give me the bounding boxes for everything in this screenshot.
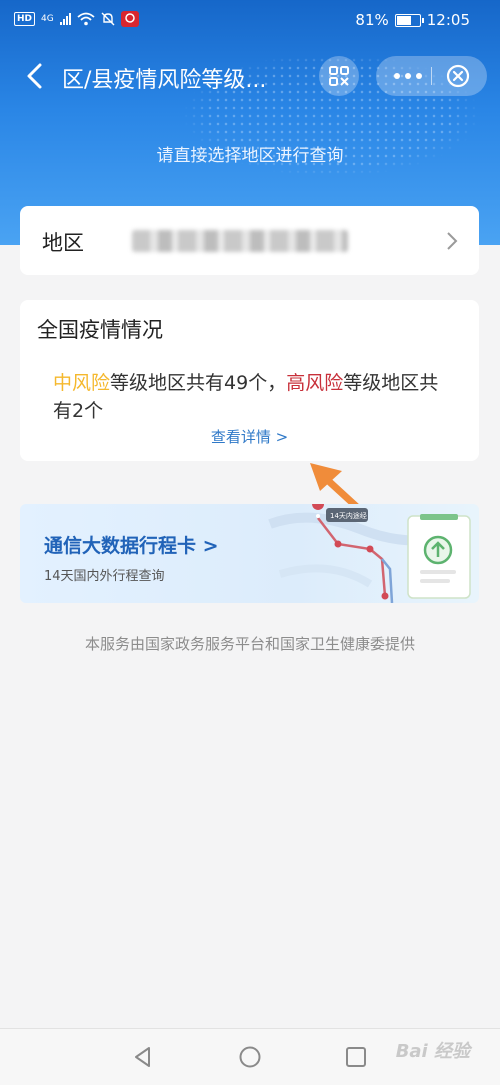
nav-back-icon[interactable]: [131, 1045, 155, 1069]
page-title: 区/县疫情风险等级...: [62, 68, 267, 93]
region-selector[interactable]: 地区: [20, 206, 479, 275]
hero-subtitle: 请直接选择地区进行查询: [156, 146, 344, 166]
hd-icon: HD: [14, 12, 36, 26]
region-label: 地区: [42, 231, 84, 255]
clock: 12:05: [426, 11, 470, 29]
route-map-illustration: 14天内途经: [268, 504, 471, 603]
chevron-right-icon: [447, 232, 458, 250]
national-title: 全国疫情情况: [37, 318, 163, 342]
capsule-divider: [431, 67, 432, 85]
itinerary-card-banner[interactable]: 14天内途经 通信大数据行程卡 > 14天国内外行程查询: [20, 504, 479, 603]
scan-button[interactable]: [319, 56, 359, 96]
mute-bell-icon: [101, 12, 115, 26]
miniprogram-capsule: [376, 56, 487, 96]
region-value-blurred: [132, 230, 348, 252]
app-notification-icon: [120, 11, 139, 27]
baidu-jingyan-watermark: Bai 经验: [395, 1041, 470, 1062]
map-route-label: 14天内途经: [330, 511, 367, 520]
nav-home-icon[interactable]: [238, 1045, 262, 1069]
nav-bar: 区/县疫情风险等级...: [0, 50, 500, 102]
close-circle-icon[interactable]: [446, 64, 470, 88]
nav-recents-icon[interactable]: [344, 1045, 368, 1069]
more-icon[interactable]: [394, 73, 422, 79]
network-type: 4G: [41, 14, 54, 24]
medium-risk-count-text: 等级地区共有49个，: [110, 372, 287, 394]
status-bar: HD 4G 81% 12:05: [0, 0, 500, 42]
itinerary-card-subtitle: 14天国内外行程查询: [44, 569, 165, 584]
wifi-icon: [77, 12, 95, 26]
high-risk-label: 高风险: [286, 372, 344, 394]
scan-icon: [329, 66, 349, 86]
view-details-link[interactable]: 查看详情 >: [20, 426, 479, 447]
risk-summary: 中风险等级地区共有49个，高风险等级地区共有2个: [53, 369, 453, 425]
battery-percent: 81%: [355, 11, 389, 29]
national-situation-card: 全国疫情情况 中风险等级地区共有49个，高风险等级地区共有2个 查看详情 >: [20, 300, 479, 461]
service-provider-note: 本服务由国家政务服务平台和国家卫生健康委提供: [84, 635, 415, 653]
medium-risk-label: 中风险: [53, 372, 111, 394]
itinerary-card-title: 通信大数据行程卡 >: [44, 535, 219, 557]
battery-icon: [394, 13, 424, 27]
back-arrow-icon[interactable]: [20, 60, 52, 92]
signal-icon: [59, 13, 71, 25]
